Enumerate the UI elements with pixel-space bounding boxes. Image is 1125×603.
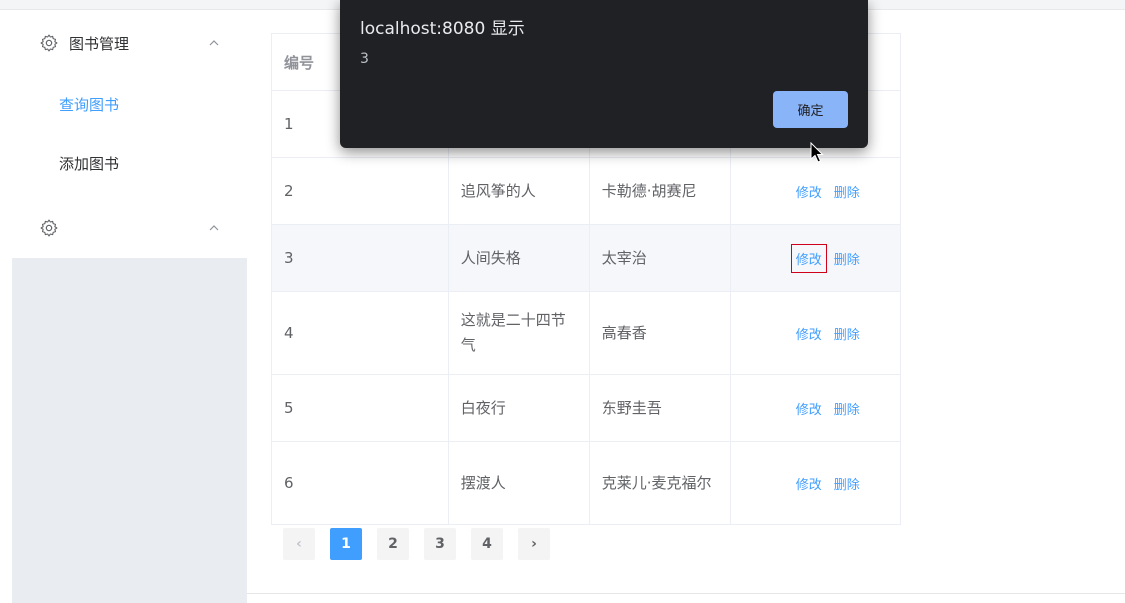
ok-button[interactable]: 确定	[773, 91, 848, 128]
sidebar: 图书管理 查询图书 添加图书	[12, 10, 247, 603]
cell-author: 高春香	[588, 291, 731, 375]
delete-button[interactable]: 删除	[833, 473, 861, 494]
table-row: 2 追风筝的人 卡勒德·胡赛尼 修改 删除	[271, 157, 902, 225]
table-row: 6 摆渡人 克莱儿·麦克福尔 修改 删除	[271, 441, 902, 525]
dialog-message: 3	[360, 51, 369, 67]
cell-ops: 修改 删除	[729, 291, 902, 375]
cell-name: 摆渡人	[447, 441, 590, 525]
edit-button[interactable]: 修改	[795, 181, 823, 202]
gear-icon	[40, 34, 58, 52]
delete-button[interactable]: 删除	[833, 248, 861, 269]
delete-button[interactable]: 删除	[833, 323, 861, 344]
table-row: 4 这就是二十四节气 高春香 修改 删除	[271, 291, 902, 375]
submenu-book-management[interactable]: 图书管理	[12, 18, 247, 68]
cell-author: 太宰治	[588, 224, 731, 292]
prev-page-button[interactable]: ‹	[283, 528, 315, 560]
cell-name: 这就是二十四节气	[447, 291, 590, 375]
chevron-up-icon	[209, 225, 219, 231]
cell-name: 白夜行	[447, 374, 590, 442]
cell-ops: 修改 删除	[729, 224, 902, 292]
chevron-up-icon	[209, 40, 219, 46]
cell-id: 5	[271, 374, 449, 442]
delete-button[interactable]: 删除	[833, 181, 861, 202]
edit-button[interactable]: 修改	[795, 323, 823, 344]
edit-button[interactable]: 修改	[790, 243, 827, 273]
table-row: 5 白夜行 东野圭吾 修改 删除	[271, 374, 902, 442]
dialog-title: localhost:8080 显示	[360, 19, 525, 39]
alert-dialog: localhost:8080 显示 3 确定	[340, 0, 868, 148]
cell-ops: 修改 删除	[729, 441, 902, 525]
table-row: 3 人间失格 太宰治 修改 删除	[271, 224, 902, 292]
page-button-1[interactable]: 1	[330, 528, 362, 560]
sidebar-item-add-book[interactable]: 添加图书	[12, 138, 247, 188]
mouse-cursor-icon	[810, 142, 824, 163]
sidebar-item-label: 添加图书	[59, 154, 120, 173]
cell-id: 3	[271, 224, 449, 292]
edit-button[interactable]: 修改	[795, 473, 823, 494]
gear-icon	[40, 219, 58, 237]
cell-name: 人间失格	[447, 224, 590, 292]
pagination: ‹ 1 2 3 4 ›	[283, 528, 565, 561]
cell-author: 东野圭吾	[588, 374, 731, 442]
page-button-3[interactable]: 3	[424, 528, 456, 560]
submenu-title-label: 图书管理	[69, 34, 130, 53]
submenu-second[interactable]	[12, 203, 247, 253]
sidebar-item-query-books[interactable]: 查询图书	[12, 79, 247, 129]
next-page-button[interactable]: ›	[518, 528, 550, 560]
edit-button[interactable]: 修改	[795, 398, 823, 419]
cell-author: 克莱儿·麦克福尔	[588, 441, 731, 525]
delete-button[interactable]: 删除	[833, 398, 861, 419]
sidebar-menu: 图书管理 查询图书 添加图书	[12, 10, 247, 258]
cell-ops: 修改 删除	[729, 374, 902, 442]
cell-author: 卡勒德·胡赛尼	[588, 157, 731, 225]
cell-id: 2	[271, 157, 449, 225]
chevron-left-icon: ‹	[296, 536, 302, 552]
page-button-4[interactable]: 4	[471, 528, 503, 560]
cell-id: 4	[271, 291, 449, 375]
cell-id: 6	[271, 441, 449, 525]
cell-name: 追风筝的人	[447, 157, 590, 225]
page-button-2[interactable]: 2	[377, 528, 409, 560]
sidebar-item-label: 查询图书	[59, 95, 120, 114]
chevron-right-icon: ›	[531, 536, 537, 552]
cell-ops: 修改 删除	[729, 157, 902, 225]
